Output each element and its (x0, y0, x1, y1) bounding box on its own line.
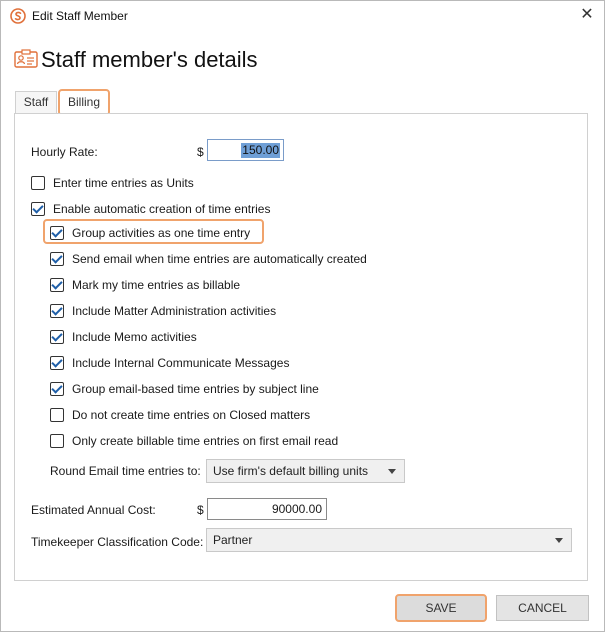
checkbox-label: Only create billable time entries on fir… (72, 434, 339, 448)
cancel-button[interactable]: CANCEL (496, 595, 589, 621)
checkbox[interactable] (50, 382, 64, 396)
checkbox[interactable] (50, 356, 64, 370)
checkbox[interactable] (31, 176, 45, 190)
timekeeper-select[interactable]: Partner (206, 528, 572, 552)
checkbox[interactable] (50, 330, 64, 344)
save-button[interactable]: SAVE (395, 594, 487, 622)
checkbox-label: Include Matter Administration activities (72, 304, 277, 318)
checkbox-label: Mark my time entries as billable (72, 278, 241, 292)
close-icon[interactable]: ✕ (575, 3, 599, 27)
hourly-rate-currency: $ (197, 145, 204, 159)
round-email-value: Use firm's default billing units (213, 464, 369, 478)
checkbox[interactable] (50, 226, 64, 240)
checkbox[interactable] (31, 202, 45, 216)
timekeeper-value: Partner (213, 533, 253, 547)
checkbox[interactable] (50, 304, 64, 318)
checkbox[interactable] (50, 434, 64, 448)
tab-billing[interactable]: Billing (58, 89, 110, 116)
app-logo-icon (10, 8, 26, 24)
chevron-down-icon (555, 538, 563, 543)
chevron-down-icon (388, 469, 396, 474)
checkbox-label: Do not create time entries on Closed mat… (72, 408, 311, 422)
id-card-icon (14, 49, 38, 68)
hourly-rate-value: 150.00 (241, 143, 280, 158)
checkbox-label: Include Memo activities (72, 330, 197, 344)
tab-staff[interactable]: Staff (15, 91, 57, 114)
hourly-rate-label: Hourly Rate: (31, 145, 98, 159)
hourly-rate-input[interactable]: 150.00 (207, 139, 284, 161)
round-email-select[interactable]: Use firm's default billing units (206, 459, 405, 483)
annual-cost-label: Estimated Annual Cost: (31, 503, 156, 517)
checkbox-label: Group activities as one time entry (72, 226, 251, 240)
window-title: Edit Staff Member (32, 9, 128, 23)
title-bar: Edit Staff Member ✕ (1, 1, 604, 31)
page-title: Staff member's details (41, 47, 258, 72)
checkbox-label: Include Internal Communicate Messages (72, 356, 290, 370)
timekeeper-label: Timekeeper Classification Code: (31, 535, 204, 549)
edit-staff-dialog: Edit Staff Member ✕ Staff member's detai… (0, 0, 605, 632)
checkbox-label: Enter time entries as Units (53, 176, 194, 190)
checkbox-label: Enable automatic creation of time entrie… (53, 202, 271, 216)
checkbox[interactable] (50, 408, 64, 422)
round-email-label: Round Email time entries to: (50, 464, 201, 478)
checkbox-label: Group email-based time entries by subjec… (72, 382, 319, 396)
checkbox-label: Send email when time entries are automat… (72, 252, 367, 266)
checkbox[interactable] (50, 252, 64, 266)
annual-cost-currency: $ (197, 503, 204, 517)
checkbox[interactable] (50, 278, 64, 292)
annual-cost-input[interactable]: 90000.00 (207, 498, 327, 520)
